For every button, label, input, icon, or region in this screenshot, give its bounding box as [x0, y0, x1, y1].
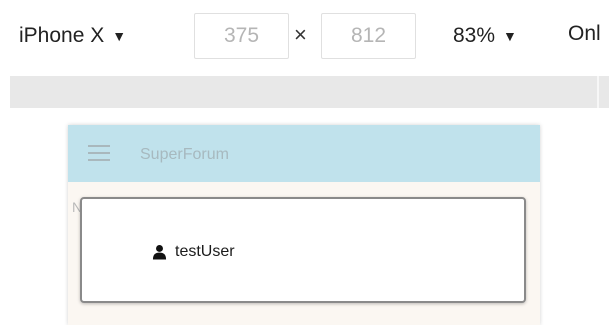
user-icon	[152, 244, 167, 260]
caret-down-icon: ▼	[112, 28, 127, 44]
throttle-select[interactable]: Onl	[568, 22, 601, 46]
username-label: testUser	[175, 243, 235, 260]
width-input[interactable]: 375	[194, 13, 289, 59]
media-query-bar[interactable]	[10, 76, 609, 108]
times-icon: ×	[294, 22, 307, 47]
caret-down-icon: ▼	[503, 28, 517, 44]
height-input[interactable]: 812	[321, 13, 416, 59]
width-value: 375	[223, 24, 260, 47]
device-toolbar: iPhone X ▼ 375 × 812 83% ▼ Onl	[0, 0, 609, 76]
zoom-select[interactable]: 83% ▼	[453, 22, 517, 50]
hamburger-icon[interactable]	[88, 145, 110, 161]
zoom-label: 83%	[453, 24, 496, 47]
user-profile-link[interactable]: testUser	[152, 243, 235, 261]
height-value: 812	[350, 24, 387, 47]
app-navbar: SuperForum	[68, 125, 540, 182]
user-menu-card: testUser	[80, 197, 526, 303]
device-label: iPhone X	[19, 24, 105, 47]
brand-title[interactable]: SuperForum	[140, 146, 229, 164]
ruler-divider	[597, 76, 599, 108]
device-select[interactable]: iPhone X ▼	[19, 22, 126, 50]
device-viewport: SuperForum N testUser	[68, 125, 540, 325]
throttle-label: Onl	[568, 22, 601, 45]
